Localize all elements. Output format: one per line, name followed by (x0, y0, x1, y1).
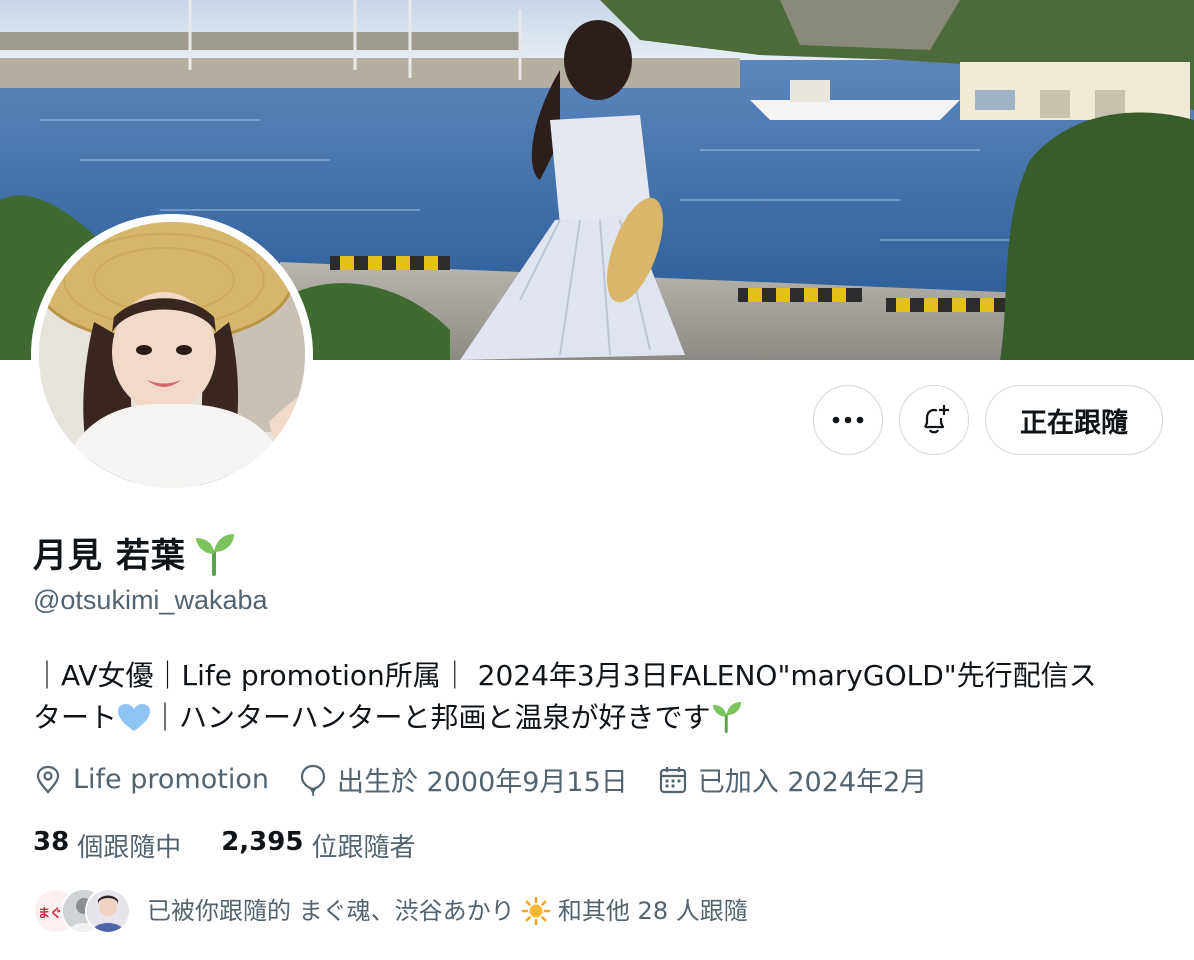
name-row: 月見 若葉 (33, 528, 238, 577)
known-followers-names: 已被你跟隨的 まぐ魂、渋谷あかり (147, 896, 515, 925)
blue-heart-emoji (118, 704, 151, 731)
location-pin-icon (36, 765, 60, 794)
followers-you-know[interactable]: まぐ魂 已被你跟隨的 まぐ魂、渋谷あかり 和其他 28 人跟隨 (33, 884, 748, 934)
followers-link[interactable]: 2,395 位跟隨者 (221, 827, 415, 864)
joined-text: 已加入 2024年2月 (697, 767, 928, 798)
followers-label: 位跟隨者 (311, 833, 416, 863)
known-followers-suffix: 和其他 28 人跟隨 (557, 896, 748, 925)
bio-line-2-start: タート (33, 701, 118, 734)
sun-emoji (522, 896, 551, 925)
profile-stats: 38 個跟隨中 2,395 位跟隨者 (33, 827, 415, 864)
following-count: 38 (33, 827, 70, 857)
avatar-photo (39, 222, 305, 488)
meta-location: Life promotion (33, 760, 269, 799)
profile-actions: 正在跟隨 (813, 385, 1163, 455)
balloon-icon (300, 764, 326, 796)
following-button[interactable]: 正在跟隨 (985, 385, 1163, 455)
bio-line-1: ｜AV女優｜Life promotion所属｜ 2024年3月3日FALENO"… (33, 659, 1097, 692)
birthday-text: 出生於 2000年9月15日 (336, 767, 628, 798)
known-follower-avatars: まぐ魂 (33, 884, 131, 934)
known-follower-avatar (85, 888, 131, 934)
bell-plus-icon (924, 405, 949, 434)
known-followers-text: 已被你跟隨的 まぐ魂、渋谷あかり 和其他 28 人跟隨 (147, 891, 748, 926)
location-text: Life promotion (73, 764, 269, 795)
calendar-icon (659, 766, 686, 793)
bio-line-2: タート ｜ハンターハンターと邦画と温泉が好きです (33, 697, 1153, 739)
more-icon (832, 416, 864, 424)
bio-line-2-end: ｜ハンターハンターと邦画と温泉が好きです (151, 701, 711, 734)
seedling-emoji (195, 533, 234, 576)
following-label: 個跟隨中 (77, 833, 182, 863)
profile-meta: Life promotion 出生於 2000年9月15日 已加入 2024年2… (33, 760, 927, 799)
profile-avatar[interactable] (31, 214, 313, 496)
meta-birthday: 出生於 2000年9月15日 (299, 760, 628, 799)
seedling-emoji (713, 701, 742, 733)
more-button[interactable] (813, 385, 883, 455)
following-link[interactable]: 38 個跟隨中 (33, 827, 181, 864)
notify-button[interactable] (899, 385, 969, 455)
display-name: 月見 若葉 (33, 536, 186, 576)
profile-handle: @otsukimi_wakaba (33, 585, 268, 615)
followers-count: 2,395 (221, 827, 304, 857)
meta-joined: 已加入 2024年2月 (658, 760, 927, 799)
profile-bio: ｜AV女優｜Life promotion所属｜ 2024年3月3日FALENO"… (33, 655, 1153, 739)
